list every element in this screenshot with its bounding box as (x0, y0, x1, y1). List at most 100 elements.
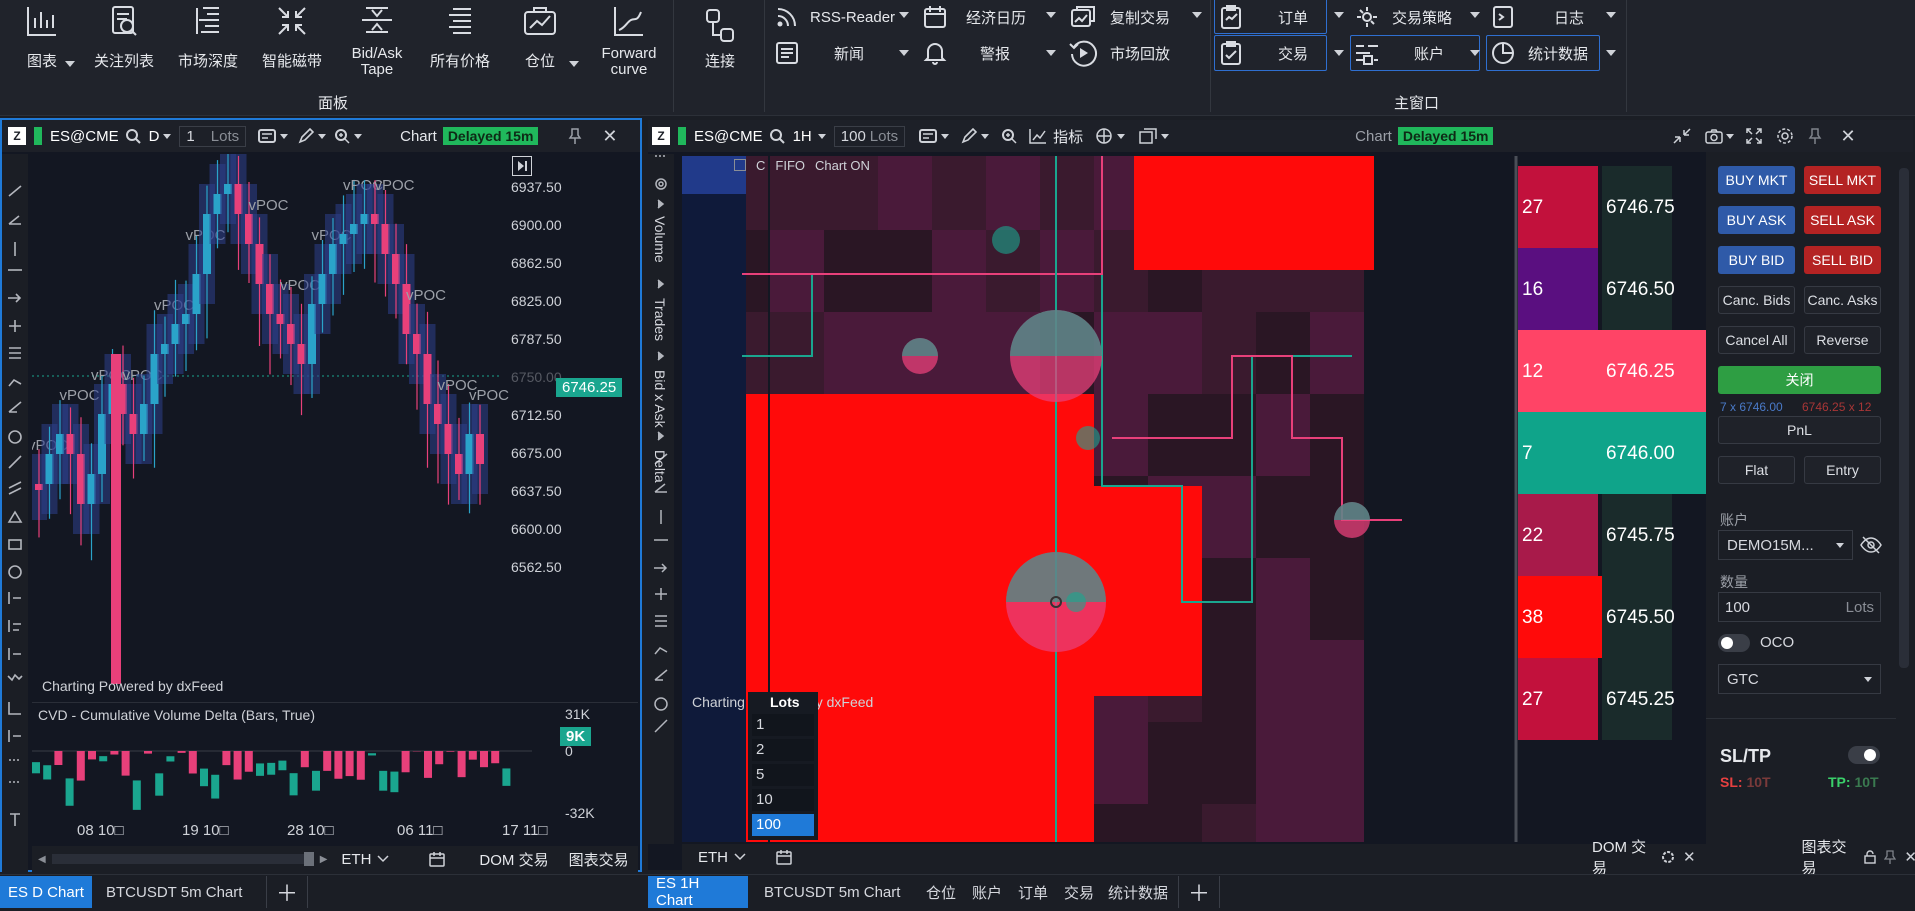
chevron-down-icon[interactable] (1470, 50, 1480, 56)
cvd-indicator[interactable]: CVD - Cumulative Volume Delta (Bars, Tru… (32, 702, 638, 828)
lots-option[interactable]: 2 (752, 739, 814, 761)
news-button[interactable]: 新闻 (770, 36, 910, 70)
close-icon[interactable]: ✕ (1683, 848, 1696, 866)
zoom-icon[interactable] (334, 128, 350, 144)
connect-button[interactable]: 连接 (690, 0, 750, 70)
side-tab-delta[interactable]: Delta (652, 450, 668, 483)
chevron-down-icon[interactable] (1192, 12, 1202, 18)
log-item[interactable]: 日志 (1486, 0, 1600, 34)
symbol-label[interactable]: ES@CME (50, 128, 119, 145)
tab-positions[interactable]: 仓位 (918, 876, 964, 908)
tab-es-d-chart[interactable]: ES D Chart (0, 876, 92, 908)
lots-option-selected[interactable]: 100 (752, 814, 814, 836)
buy-ask-button[interactable]: BUY ASK (1718, 206, 1795, 234)
chevron-down-icon[interactable] (65, 61, 75, 67)
tab-btcusdt-5m-chart[interactable]: BTCUSDT 5m Chart (98, 876, 250, 908)
pencil-icon[interactable] (961, 128, 978, 144)
fullscreen-icon[interactable] (1746, 128, 1763, 144)
symbol-label[interactable]: ES@CME (694, 128, 763, 145)
smart-tape-button[interactable]: 智能磁带 (254, 0, 330, 70)
orders-item[interactable]: 订单 (1214, 0, 1327, 34)
lots-input[interactable]: 1 Lots (179, 125, 247, 147)
lots-option[interactable]: 5 (752, 764, 814, 786)
pencil-icon[interactable] (298, 128, 315, 144)
scroll-right-icon[interactable]: ▶ (320, 854, 328, 865)
indicator-icon[interactable] (1029, 128, 1047, 144)
economic-calendar-button[interactable]: 经济日历 (918, 0, 1058, 34)
time-in-force-select[interactable]: GTC (1718, 664, 1881, 694)
market-replay-button[interactable]: 市场回放 (1066, 36, 1206, 70)
trade-panel-scrollbar[interactable] (1899, 168, 1909, 668)
chevron-down-icon[interactable] (1161, 133, 1170, 139)
chevron-down-icon[interactable] (1470, 12, 1480, 18)
close-icon[interactable]: ✕ (1904, 848, 1915, 866)
positions-button[interactable]: 仓位 (510, 0, 570, 70)
tab-statistics[interactable]: 统计数据 (1100, 876, 1176, 908)
sell-bid-button[interactable]: SELL BID (1804, 246, 1881, 274)
side-tab-trades[interactable]: Trades (652, 298, 668, 341)
chevron-down-icon[interactable] (318, 133, 327, 139)
chevron-down-icon[interactable] (1334, 50, 1344, 56)
chevron-down-icon[interactable] (569, 61, 579, 67)
close-position-button[interactable]: 关闭 (1718, 366, 1881, 394)
candlestick-chart[interactable]: vPOCvPOCvPOCvPOCvPOCvPOCvPOCvPOCvPOCvPOC… (32, 154, 638, 700)
flat-button[interactable]: Flat (1718, 456, 1795, 484)
search-icon[interactable] (125, 128, 141, 144)
scroll-left-icon[interactable]: ◀ (38, 854, 46, 865)
pin-icon[interactable] (1884, 850, 1897, 864)
cancel-all-button[interactable]: Cancel All (1718, 326, 1795, 354)
tab-orders[interactable]: 订单 (1010, 876, 1056, 908)
add-tab-button[interactable]: ＋ (1178, 876, 1220, 908)
chevron-down-icon[interactable] (1726, 133, 1735, 139)
chevron-down-icon[interactable] (1117, 133, 1126, 139)
order-icon[interactable] (258, 128, 277, 144)
crosshair-icon[interactable] (1095, 127, 1113, 145)
add-tab-button[interactable]: ＋ (266, 876, 308, 908)
lots-option[interactable]: 10 (752, 789, 814, 811)
chevron-down-icon[interactable] (1046, 12, 1056, 18)
chevron-down-icon[interactable] (734, 853, 746, 861)
copy-trade-button[interactable]: 复制交易 (1066, 0, 1206, 34)
chevron-down-icon[interactable] (1334, 12, 1344, 18)
oco-toggle[interactable] (1718, 634, 1750, 652)
collapse-icon[interactable] (1673, 128, 1691, 144)
flag-chart-on[interactable]: Chart ON (815, 158, 870, 173)
eye-off-icon[interactable] (1860, 536, 1882, 554)
zoom-icon[interactable] (1001, 128, 1017, 144)
chart-trade-button[interactable]: 图表交易 (569, 849, 629, 870)
pnl-button[interactable]: PnL (1718, 416, 1881, 444)
pin-icon[interactable] (568, 128, 582, 144)
chevron-down-icon[interactable] (941, 133, 950, 139)
settings-icon[interactable] (1776, 127, 1794, 145)
reverse-button[interactable]: Reverse (1804, 326, 1881, 354)
dom-trade-button[interactable]: DOM 交易 (479, 849, 548, 870)
buy-bid-button[interactable]: BUY BID (1718, 246, 1795, 274)
layout-icon[interactable] (1139, 128, 1157, 144)
lots-option[interactable]: 1 (752, 714, 814, 736)
chevron-down-icon[interactable] (817, 133, 826, 139)
interval-select[interactable]: 1H (793, 128, 812, 145)
chevron-down-icon[interactable] (354, 133, 363, 139)
pin-icon[interactable] (1808, 128, 1822, 144)
market-depth-button[interactable]: 市场深度 (170, 0, 246, 70)
settings-icon[interactable] (1661, 850, 1675, 864)
drawing-tools-icons[interactable] (2, 154, 28, 874)
lock-icon[interactable] (1864, 850, 1877, 864)
quantity-input[interactable]: 100 Lots (1718, 592, 1881, 622)
tab-trades[interactable]: 交易 (1056, 876, 1102, 908)
side-tab-volume[interactable]: Volume (652, 216, 668, 263)
chevron-down-icon[interactable] (377, 855, 389, 863)
all-prices-button[interactable]: 所有价格 (422, 0, 498, 70)
tp-value[interactable]: 10T (1854, 774, 1878, 790)
flag-fifo[interactable]: FIFO (775, 158, 805, 173)
rss-reader-button[interactable]: RSS-Reader (770, 0, 910, 34)
footprint-chart[interactable]: 27 6746.75 16 6746.50 12 6746.25 7 6746.00 22 674… (682, 156, 1752, 842)
flag-c[interactable]: C (756, 158, 765, 173)
order-icon[interactable] (919, 128, 938, 144)
statistics-item[interactable]: 统计数据 (1486, 36, 1600, 70)
camera-icon[interactable] (1705, 128, 1724, 144)
chevron-down-icon[interactable] (163, 133, 172, 139)
horizontal-scrollbar[interactable] (51, 852, 314, 866)
side-tab-bid-ask[interactable]: Bid x Ask (652, 370, 668, 428)
chevron-down-icon[interactable] (1606, 12, 1616, 18)
